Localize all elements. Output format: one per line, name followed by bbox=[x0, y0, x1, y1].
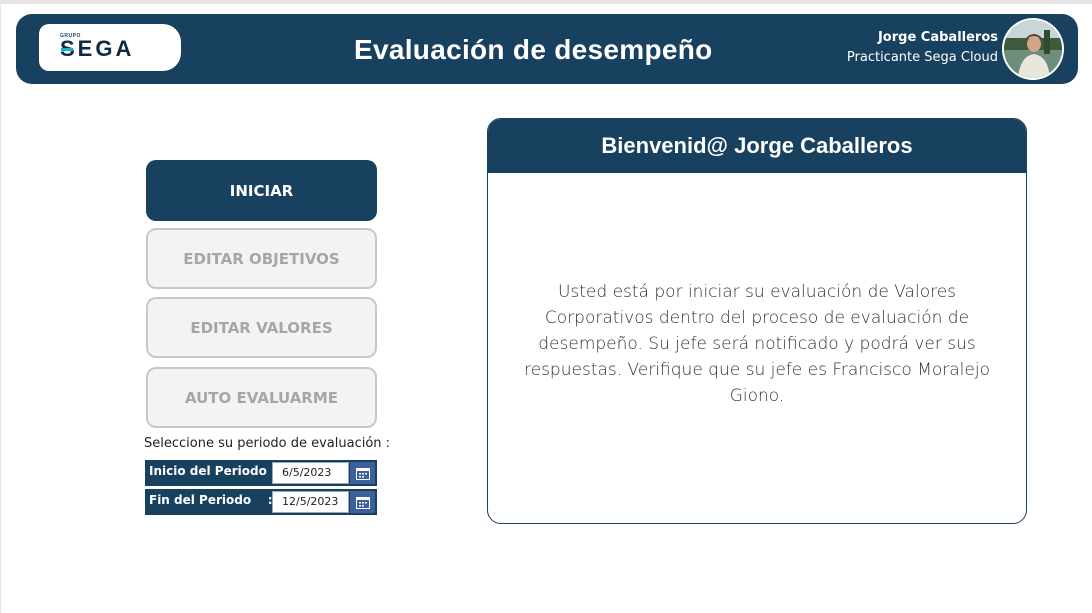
left-border bbox=[0, 4, 1, 613]
period-end-label: Fin del Periodo : bbox=[149, 493, 273, 507]
company-logo: GRUPO SEGA bbox=[39, 24, 181, 71]
user-role: Practicante Sega Cloud bbox=[846, 50, 998, 65]
welcome-title: Bienvenid@ Jorge Caballeros bbox=[601, 133, 913, 158]
app-header: GRUPO SEGA Evaluación de desempeño Jorge… bbox=[16, 14, 1078, 84]
period-end-calendar-button[interactable] bbox=[350, 491, 375, 513]
avatar-photo bbox=[1004, 20, 1062, 78]
period-start-label: Inicio del Periodo : bbox=[149, 464, 276, 478]
welcome-card-header: Bienvenid@ Jorge Caballeros bbox=[488, 119, 1026, 173]
period-start-calendar-button[interactable] bbox=[350, 462, 375, 484]
top-border bbox=[0, 0, 1092, 4]
welcome-message: Usted está por iniciar su evaluación de … bbox=[524, 282, 990, 406]
avatar[interactable] bbox=[1002, 18, 1064, 80]
page-title: Evaluación de desempeño bbox=[354, 34, 713, 65]
calendar-icon bbox=[355, 496, 370, 509]
start-button[interactable]: INICIAR bbox=[146, 160, 377, 221]
period-start-input[interactable]: 6/5/2023 bbox=[272, 462, 349, 484]
period-start-row: Inicio del Periodo : 6/5/2023 bbox=[145, 460, 377, 486]
logo-accent-bar bbox=[61, 48, 73, 51]
user-name: Jorge Caballeros bbox=[877, 30, 998, 45]
calendar-icon bbox=[355, 467, 370, 480]
period-prompt: Seleccione su periodo de evaluación : bbox=[144, 436, 391, 451]
edit-values-button[interactable]: EDITAR VALORES bbox=[146, 297, 377, 358]
self-evaluate-button[interactable]: AUTO EVALUARME bbox=[146, 367, 377, 428]
edit-objectives-button[interactable]: EDITAR OBJETIVOS bbox=[146, 228, 377, 289]
welcome-card: Bienvenid@ Jorge Caballeros Usted está p… bbox=[487, 118, 1027, 524]
period-end-input[interactable]: 12/5/2023 bbox=[272, 491, 349, 513]
period-end-row: Fin del Periodo : 12/5/2023 bbox=[145, 489, 377, 515]
